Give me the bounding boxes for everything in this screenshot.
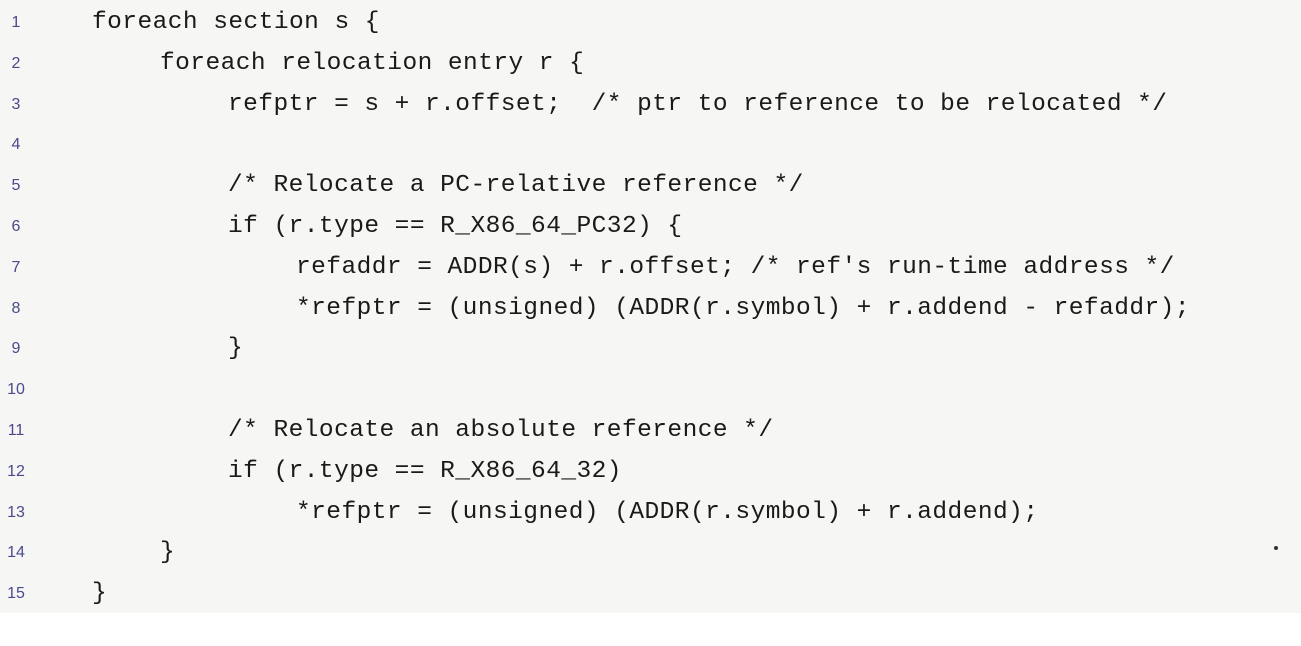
code-text: foreach section s { — [92, 9, 380, 36]
code-line: 12 if (r.type == R_X86_64_32) — [0, 452, 1301, 493]
line-number: 7 — [11, 258, 21, 276]
code-text: if (r.type == R_X86_64_32) — [228, 457, 622, 485]
line-number: 5 — [11, 177, 21, 195]
code-text: refaddr = ADDR(s) + r.offset; /* ref's r… — [296, 253, 1175, 281]
code-line: 8 *refptr = (unsigned) (ADDR(r.symbol) +… — [0, 289, 1301, 330]
line-number: 4 — [11, 136, 21, 154]
line-number: 6 — [11, 217, 21, 235]
code-text: } — [228, 335, 244, 363]
line-number: 3 — [11, 95, 21, 113]
code-text: } — [160, 539, 176, 567]
line-number: 14 — [7, 544, 25, 562]
code-line: 3 refptr = s + r.offset; /* ptr to refer… — [0, 85, 1301, 126]
code-text: *refptr = (unsigned) (ADDR(r.symbol) + r… — [296, 498, 1039, 526]
code-line: 6 if (r.type == R_X86_64_PC32) { — [0, 207, 1301, 248]
code-line: 15 } — [0, 574, 1301, 615]
line-number: 15 — [7, 585, 25, 603]
code-text: if (r.type == R_X86_64_PC32) { — [228, 212, 683, 240]
line-number: 13 — [7, 503, 25, 521]
code-line: 1 foreach section s { — [0, 3, 1301, 44]
code-comment: /* Relocate an absolute reference */ — [228, 416, 774, 444]
code-line: 2 foreach relocation entry r { — [0, 44, 1301, 85]
code-comment: /* Relocate a PC-relative reference */ — [228, 172, 804, 200]
code-line: 10 — [0, 370, 1301, 411]
code-line: 9 } — [0, 329, 1301, 370]
code-text: foreach relocation entry r { — [160, 49, 585, 77]
code-text: *refptr = (unsigned) (ADDR(r.symbol) + r… — [296, 294, 1190, 322]
line-number: 8 — [11, 299, 21, 317]
code-text: } — [92, 580, 108, 608]
code-line: 7 refaddr = ADDR(s) + r.offset; /* ref's… — [0, 248, 1301, 289]
line-number: 1 — [11, 14, 21, 31]
line-number: 9 — [11, 340, 21, 358]
code-text: refptr = s + r.offset; /* ptr to referen… — [228, 90, 1168, 118]
code-listing: 1 foreach section s { 2 foreach relocati… — [0, 0, 1301, 613]
code-line: 4 — [0, 125, 1301, 166]
code-line: 13 *refptr = (unsigned) (ADDR(r.symbol) … — [0, 493, 1301, 534]
stray-dot-mark — [1274, 546, 1278, 550]
line-number: 12 — [7, 462, 25, 480]
line-number: 11 — [7, 421, 25, 439]
line-number: 10 — [7, 381, 25, 399]
code-line: 14 } — [0, 533, 1301, 574]
code-line: 11 /* Relocate an absolute reference */ — [0, 411, 1301, 452]
line-number: 2 — [11, 54, 21, 72]
code-line: 5 /* Relocate a PC-relative reference */ — [0, 166, 1301, 207]
